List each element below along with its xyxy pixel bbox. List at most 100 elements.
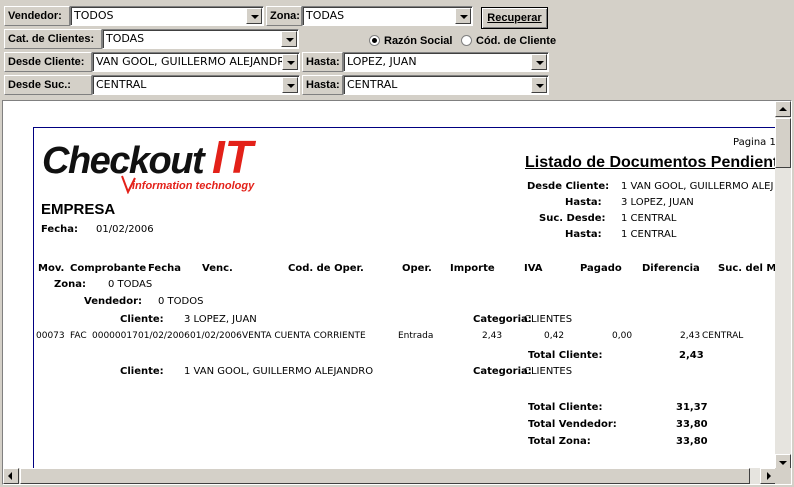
cell-oper: Entrada (398, 331, 434, 341)
column-header: Pagado (580, 263, 622, 274)
total-value: 33,80 (676, 419, 708, 430)
chevron-down-icon[interactable] (282, 77, 298, 93)
param-value: 1 CENTRAL (621, 229, 677, 240)
categoria-label: Cat. de Clientes: (4, 29, 102, 49)
param-label: Suc. Desde: (539, 213, 606, 224)
column-header: Comprobante (70, 263, 147, 274)
scroll-up-button[interactable] (775, 101, 791, 117)
arrow-left-icon (8, 472, 12, 480)
radio-unselected-icon[interactable] (461, 35, 472, 46)
column-header: Venc. (202, 263, 233, 274)
desde-cliente-label: Desde Cliente: (4, 52, 92, 72)
total-label: Total Vendedor: (528, 419, 617, 430)
total-value: 33,80 (676, 436, 708, 447)
categoria-value: TODAS (106, 32, 145, 45)
param-value: 3 LOPEZ, JUAN (621, 197, 694, 208)
radio-codigo-cliente-label: Cód. de Cliente (476, 35, 557, 47)
column-header: Importe (450, 263, 495, 274)
param-label: Desde Cliente: (527, 181, 610, 192)
vendedor-select[interactable]: TODOS (70, 6, 264, 26)
zona-label: Zona: (266, 6, 302, 26)
column-header: Cod. de Oper. (288, 263, 364, 274)
zona-select[interactable]: TODAS (302, 6, 473, 26)
param-label: Hasta: (565, 229, 602, 240)
desde-cliente-select[interactable]: VAN GOOL, GUILLERMO ALEJANDRO (92, 52, 300, 72)
scroll-right-button[interactable] (760, 468, 776, 484)
cell-diferencia: 2,43 (680, 331, 701, 341)
radio-codigo-cliente[interactable]: Cód. de Cliente (461, 35, 556, 48)
radio-razon-social-label: Razón Social (384, 35, 453, 47)
logo-sub-text: information technology (132, 180, 255, 192)
cell-cod-oper: VENTA CUENTA CORRIENTE (242, 331, 366, 341)
column-header: Diferencia (642, 263, 700, 274)
chevron-down-icon[interactable] (282, 54, 298, 70)
vendedor-group-label: Vendedor: (84, 296, 142, 307)
fecha-label: Fecha: (41, 224, 79, 235)
cell-mov: 00073 (36, 331, 65, 341)
hasta-suc-select[interactable]: CENTRAL (343, 75, 549, 95)
hasta-cliente-value: LOPEZ, JUAN (347, 55, 417, 68)
empresa-label: EMPRESA (41, 201, 116, 218)
radio-razon-social[interactable]: Razón Social (369, 35, 452, 48)
param-value: 1 VAN GOOL, GUILLERMO ALEJ (621, 181, 774, 192)
categoria-select[interactable]: TODAS (102, 29, 299, 49)
desde-cliente-value: VAN GOOL, GUILLERMO ALEJANDRO (96, 55, 294, 68)
categoria-group-value: CLIENTES (524, 314, 573, 325)
vertical-scrollbar[interactable] (775, 101, 791, 470)
logo-it-text: IT (212, 131, 253, 183)
cliente-group-value: 3 LOPEZ, JUAN (184, 314, 257, 325)
total-cliente-value: 2,43 (679, 350, 704, 361)
total-value: 31,37 (676, 402, 708, 413)
desde-suc-value: CENTRAL (96, 78, 147, 91)
param-value: 1 CENTRAL (621, 213, 677, 224)
zona-group-label: Zona: (54, 279, 86, 290)
chevron-down-icon[interactable] (531, 54, 547, 70)
hasta-cliente-label: Hasta: (302, 52, 343, 72)
column-header: Oper. (402, 263, 432, 274)
desde-suc-label: Desde Suc.: (4, 75, 92, 95)
report-title: Listado de Documentos Pendient (525, 154, 779, 171)
report-page: Pagina 1 d Checkout IT information techn… (33, 127, 791, 472)
cliente-group-label: Cliente: (120, 366, 164, 377)
cell-fecha: 01/02/2006 (138, 331, 190, 341)
checkout-it-logo: Checkout IT information technology (42, 130, 292, 196)
chevron-down-icon[interactable] (531, 77, 547, 93)
cell-iva: 0,42 (544, 331, 565, 341)
scroll-left-button[interactable] (3, 468, 19, 484)
total-cliente-label: Total Cliente: (528, 350, 603, 361)
categoria-group-value: CLIENTES (524, 366, 573, 377)
arrow-right-icon (767, 472, 771, 480)
report-viewer[interactable]: Pagina 1 d Checkout IT information techn… (2, 100, 792, 485)
chevron-down-icon[interactable] (281, 31, 297, 47)
horizontal-scrollbar[interactable] (3, 468, 776, 484)
horizontal-scroll-thumb[interactable] (20, 468, 750, 484)
chevron-down-icon[interactable] (455, 8, 471, 24)
cell-pagado: 0,00 (612, 331, 633, 341)
chevron-down-icon[interactable] (246, 8, 262, 24)
cliente-group-value: 1 VAN GOOL, GUILLERMO ALEJANDRO (184, 366, 374, 377)
hasta-cliente-select[interactable]: LOPEZ, JUAN (343, 52, 549, 72)
arrow-up-icon (779, 107, 787, 111)
zona-value: TODAS (306, 9, 345, 22)
radio-selected-icon[interactable] (369, 35, 380, 46)
cell-sucursal: CENTRAL (702, 331, 744, 341)
categoria-group-label: Categoria: (473, 366, 532, 377)
recuperar-button[interactable]: Recuperar (481, 7, 548, 29)
column-header: IVA (524, 263, 543, 274)
column-header: Mov. (38, 263, 65, 274)
vendedor-group-value: 0 TODOS (158, 296, 204, 307)
cell-importe: 2,43 (482, 331, 503, 341)
total-label: Total Zona: (528, 436, 591, 447)
arrow-down-icon (779, 461, 787, 465)
hasta-suc-label: Hasta: (302, 75, 343, 95)
categoria-group-label: Categoria: (473, 314, 532, 325)
param-label: Hasta: (565, 197, 602, 208)
logo-swoosh-icon (121, 175, 136, 194)
total-label: Total Cliente: (528, 402, 603, 413)
vendedor-label: Vendedor: (4, 6, 70, 26)
desde-suc-select[interactable]: CENTRAL (92, 75, 300, 95)
vertical-scroll-thumb[interactable] (775, 118, 791, 168)
hasta-suc-value: CENTRAL (347, 78, 398, 91)
fecha-value: 01/02/2006 (96, 224, 154, 235)
cliente-group-label: Cliente: (120, 314, 164, 325)
